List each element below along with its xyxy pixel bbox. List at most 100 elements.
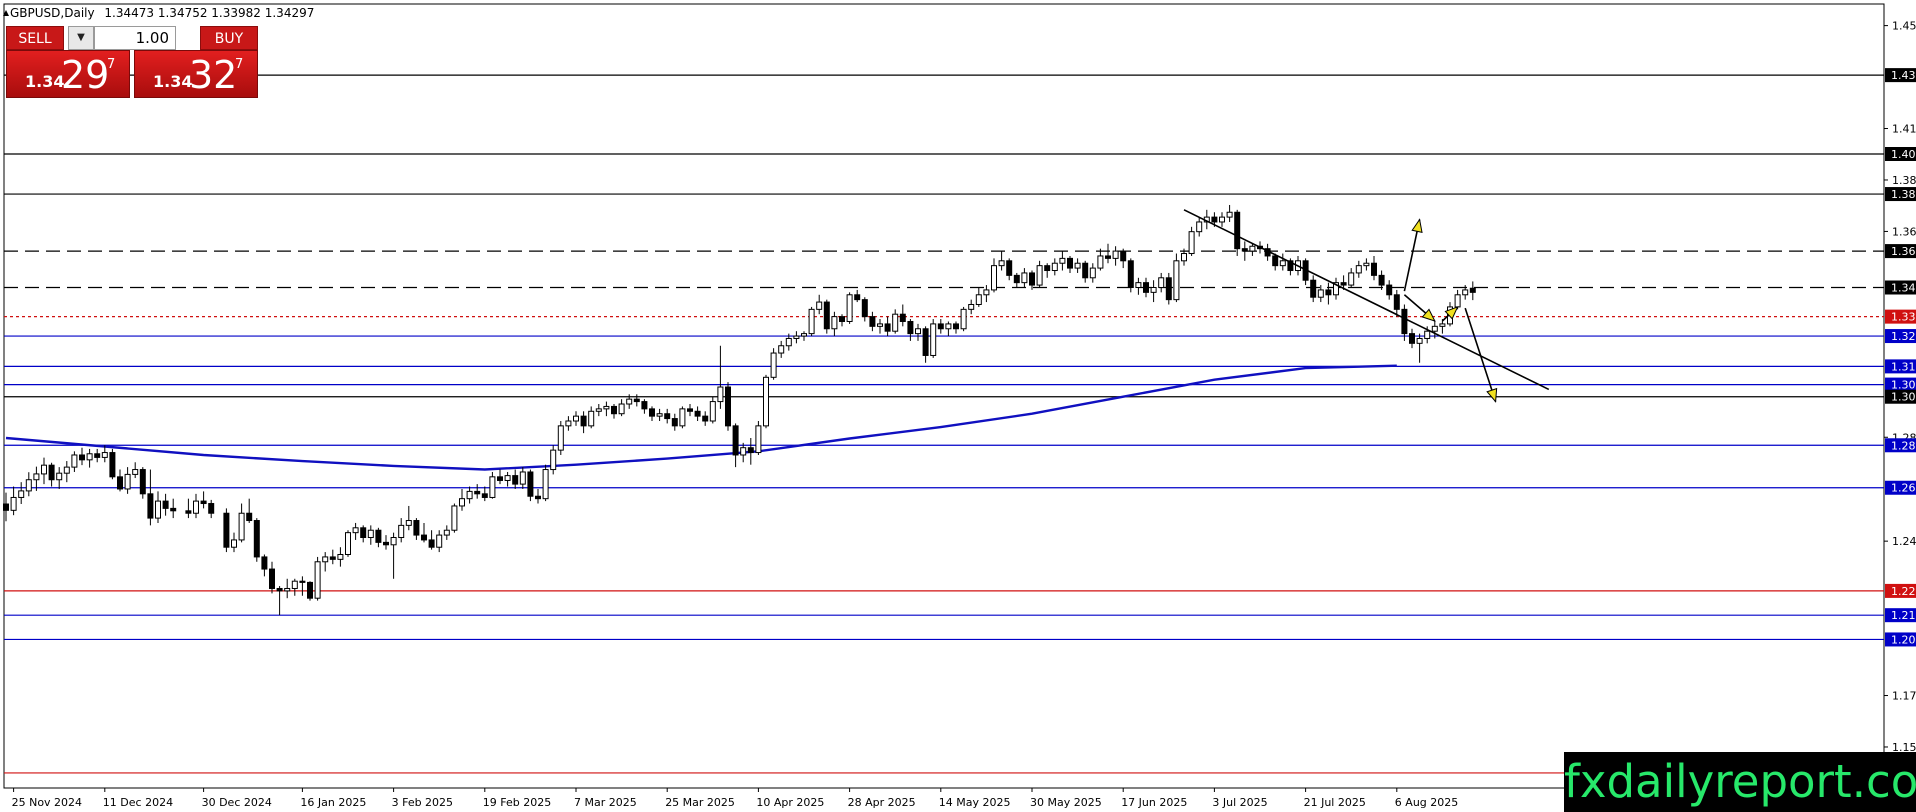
candle-body — [991, 265, 997, 291]
candle-body — [307, 581, 313, 599]
level-tag-label: 1.33300 — [1891, 311, 1916, 324]
buy-button[interactable]: BUY — [200, 26, 258, 50]
candle-body — [1317, 289, 1324, 298]
candle-body — [930, 323, 937, 356]
candle-body — [94, 453, 101, 458]
candle-body — [497, 476, 503, 481]
candle-body — [527, 471, 534, 497]
candle — [846, 292, 853, 324]
candle-body — [633, 398, 640, 403]
candle-body — [831, 316, 838, 330]
candle-body — [983, 289, 990, 296]
candle — [1165, 272, 1172, 305]
candle-body — [869, 316, 876, 327]
candle-body — [170, 507, 177, 512]
level-tag-label: 1.38350 — [1891, 188, 1916, 201]
candle-body — [1067, 257, 1073, 269]
candle-body — [960, 308, 967, 330]
candle — [823, 299, 830, 334]
candle-body — [945, 323, 952, 330]
candle-body — [702, 415, 709, 422]
candle-body — [907, 320, 914, 335]
level-price-tag: 1.36000 — [1885, 244, 1916, 259]
candle — [345, 530, 351, 557]
candle-body — [3, 503, 9, 511]
candle-body — [383, 541, 389, 546]
candle-body — [1181, 253, 1187, 262]
candle-body — [322, 556, 329, 563]
candle — [314, 556, 321, 601]
candle-body — [755, 425, 762, 454]
candle-body — [1188, 231, 1195, 255]
candle-body — [48, 464, 55, 481]
candle-body — [846, 294, 853, 322]
candle-body — [915, 328, 921, 335]
candle — [1127, 258, 1134, 293]
candle-body — [725, 386, 731, 427]
time-tick-label: 10 Apr 2025 — [756, 796, 824, 809]
level-price-tag: 1.28000 — [1885, 438, 1916, 453]
level-tag-label: 1.22000 — [1891, 585, 1916, 598]
candle-body — [1378, 274, 1385, 286]
candle-body — [1021, 272, 1028, 284]
sell-button[interactable]: SELL — [6, 26, 64, 50]
candle-body — [1348, 272, 1355, 286]
candle-body — [937, 323, 944, 330]
candle-body — [1150, 287, 1157, 293]
candle-body — [481, 493, 488, 498]
candle-body — [162, 500, 169, 509]
symbol-label: GBPUSD,Daily — [10, 6, 95, 20]
candle-body — [375, 529, 382, 543]
candle-body — [1371, 262, 1377, 276]
candle-body — [200, 500, 207, 505]
sell-price-button[interactable]: 1.34 29 7 — [6, 50, 130, 98]
candle-body — [10, 496, 17, 511]
candle — [679, 406, 686, 429]
candle-body — [398, 524, 405, 539]
candle-body — [1165, 277, 1172, 301]
candle-body — [877, 323, 883, 327]
candle-body — [542, 469, 549, 500]
level-price-tag: 1.20000 — [1885, 632, 1916, 647]
candle-body — [1135, 282, 1142, 289]
time-tick-label: 21 Jul 2025 — [1304, 796, 1366, 809]
candle-body — [732, 425, 739, 456]
candle-body — [261, 556, 268, 570]
candle-body — [808, 308, 815, 335]
candle-body — [25, 479, 32, 492]
candle-body — [223, 512, 230, 548]
candle-body — [1325, 289, 1332, 296]
candle-body — [246, 512, 253, 522]
candle-body — [329, 556, 336, 560]
lot-dropdown-arrow-icon[interactable]: ▼ — [68, 26, 94, 50]
lot-size-input[interactable]: 1.00 — [94, 26, 176, 50]
level-tag-label: 1.43250 — [1891, 69, 1916, 82]
candle-body — [474, 490, 481, 495]
sell-price-pips: 29 — [61, 53, 110, 97]
time-tick-label: 3 Feb 2025 — [392, 796, 453, 809]
buy-price-prefix: 1.34 — [153, 72, 193, 91]
candle-body — [117, 476, 123, 490]
candle — [253, 518, 260, 562]
sell-price-fraction: 7 — [107, 57, 116, 72]
candle-body — [231, 539, 237, 548]
candle-body — [671, 418, 678, 427]
level-tag-label: 1.26250 — [1891, 482, 1916, 495]
buy-price-button[interactable]: 1.34 32 7 — [134, 50, 258, 98]
price-axis: 1.452901.410501.389301.368101.283301.240… — [1884, 20, 1916, 780]
candle-body — [535, 495, 541, 500]
price-tick-label: 1.24050 — [1892, 535, 1916, 548]
candle-body — [1051, 262, 1058, 272]
level-tag-label: 1.34500 — [1891, 282, 1916, 295]
candle-body — [618, 403, 625, 415]
candle-body — [861, 299, 868, 318]
candle-body — [284, 587, 291, 592]
candle-body — [155, 500, 161, 519]
candle-body — [717, 386, 724, 403]
candle-body — [86, 453, 93, 461]
candle-body — [56, 472, 63, 481]
price-tick-label: 1.41050 — [1892, 123, 1916, 136]
price-chart[interactable]: 1.452901.410501.389301.368101.283301.240… — [0, 0, 1916, 812]
candle-body — [656, 413, 663, 417]
candle-body — [565, 420, 572, 427]
